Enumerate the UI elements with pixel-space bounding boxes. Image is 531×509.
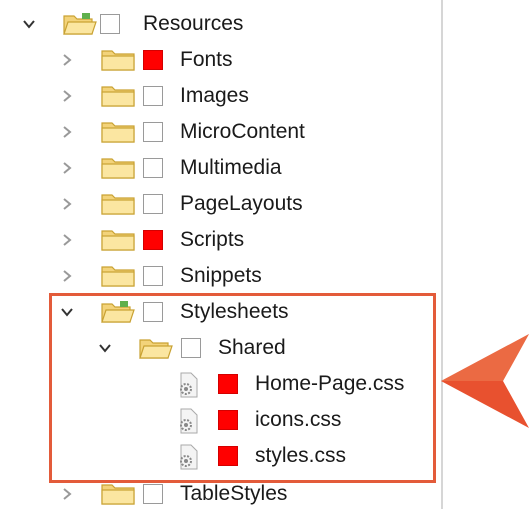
- chevron-right-icon[interactable]: [58, 267, 76, 285]
- color-tag-box: [143, 158, 163, 178]
- folder-icon: [100, 228, 136, 252]
- folder-icon: [100, 156, 136, 180]
- tree-item-label: PageLayouts: [180, 192, 303, 215]
- chevron-right-icon[interactable]: [58, 159, 76, 177]
- folder-icon: [100, 120, 136, 144]
- folder-icon: [100, 482, 136, 506]
- tree-item-multimedia[interactable]: Multimedia: [0, 150, 441, 186]
- tree-item-label: Scripts: [180, 228, 245, 251]
- highlight-box: [49, 293, 436, 483]
- folder-icon: [100, 264, 136, 288]
- color-tag-box: [143, 230, 163, 250]
- chevron-right-icon[interactable]: [58, 231, 76, 249]
- tree-item-images[interactable]: Images: [0, 78, 441, 114]
- callout-arrow-icon: [441, 326, 531, 441]
- folder-open-icon: [62, 12, 98, 36]
- tree-item-label: Resources: [143, 12, 244, 35]
- color-tag-box: [143, 194, 163, 214]
- color-tag-box: [143, 484, 163, 504]
- tree-item-scripts[interactable]: Scripts: [0, 222, 441, 258]
- tree-item-resources[interactable]: Resources: [0, 6, 441, 42]
- chevron-right-icon[interactable]: [58, 123, 76, 141]
- tree-item-label: Images: [180, 84, 249, 107]
- color-tag-box: [143, 86, 163, 106]
- color-tag-box: [100, 14, 120, 34]
- tree-item-pagelayouts[interactable]: PageLayouts: [0, 186, 441, 222]
- tree-item-label: Fonts: [180, 48, 233, 71]
- tree-item-snippets[interactable]: Snippets: [0, 258, 441, 294]
- tree-item-label: TableStyles: [180, 482, 288, 505]
- tree-item-label: Multimedia: [180, 156, 282, 179]
- color-tag-box: [143, 266, 163, 286]
- color-tag-box: [143, 122, 163, 142]
- chevron-right-icon[interactable]: [58, 195, 76, 213]
- chevron-right-icon[interactable]: [58, 485, 76, 503]
- folder-icon: [100, 48, 136, 72]
- folder-icon: [100, 84, 136, 108]
- folder-icon: [100, 192, 136, 216]
- color-tag-box: [143, 50, 163, 70]
- chevron-down-icon[interactable]: [20, 15, 38, 33]
- tree-item-fonts[interactable]: Fonts: [0, 42, 441, 78]
- tree-item-microcontent[interactable]: MicroContent: [0, 114, 441, 150]
- chevron-right-icon[interactable]: [58, 87, 76, 105]
- tree-item-label: Snippets: [180, 264, 262, 287]
- tree-item-label: MicroContent: [180, 120, 305, 143]
- chevron-right-icon[interactable]: [58, 51, 76, 69]
